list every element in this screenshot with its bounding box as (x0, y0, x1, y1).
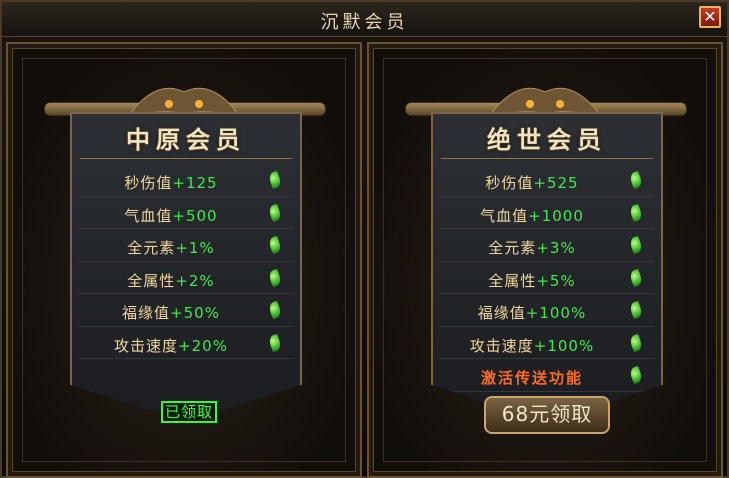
purchase-button[interactable]: 68元领取 (484, 396, 610, 434)
title-bar: 沉默会员 ✕ (2, 2, 727, 37)
close-button[interactable]: ✕ (699, 6, 721, 28)
leaf-icon (267, 170, 283, 190)
window-title: 沉默会员 (320, 12, 409, 33)
leaf-icon (628, 235, 644, 255)
stat-list: 秒伤值+525 气血值+1000 全元素+3% 全属性+5% 福缘值+100% (439, 164, 655, 392)
stat-name: 气血值 (480, 206, 529, 225)
stat-name: 秒伤值 (485, 174, 534, 192)
stat-row: 秒伤值+125 (78, 164, 294, 197)
stat-name: 福缘值 (122, 304, 171, 322)
card-title: 中原会员 (126, 126, 246, 154)
stat-name: 全元素 (127, 239, 176, 257)
stat-name: 气血值 (124, 206, 173, 225)
leaf-icon (628, 170, 644, 190)
leaf-icon (628, 333, 644, 352)
leaf-icon (267, 235, 283, 255)
leaf-icon (267, 333, 283, 352)
stat-row: 气血值+500 (78, 197, 294, 229)
membership-card: 中原会员 秒伤值+125 气血值+500 全元素+1% 全属性+2% 福缘值+5… (70, 112, 302, 422)
stat-value: +3% (536, 239, 576, 257)
stat-value: +125 (172, 174, 218, 192)
stat-value: +500 (172, 206, 218, 225)
stat-value: +20% (178, 336, 228, 355)
divider (80, 158, 292, 159)
leaf-icon (628, 203, 644, 222)
stat-value: +1% (175, 239, 215, 257)
special-feature-text: 激活传送功能 (480, 369, 583, 387)
stat-name: 秒伤值 (124, 174, 173, 192)
stat-row: 全属性+5% (439, 262, 655, 294)
stat-value: +525 (533, 174, 579, 192)
leaf-icon (267, 300, 283, 320)
leaf-icon (267, 203, 283, 222)
stat-value: +5% (536, 271, 576, 290)
stat-value: +2% (175, 271, 215, 290)
stat-row: 攻击速度+100% (439, 327, 655, 359)
stat-row: 秒伤值+525 (439, 164, 655, 197)
leaf-icon (628, 268, 644, 287)
stat-name: 全属性 (127, 271, 176, 290)
stat-value: +50% (170, 304, 220, 322)
card-title: 绝世会员 (487, 126, 607, 154)
stat-name: 全元素 (488, 239, 537, 257)
stat-row: 福缘值+50% (78, 294, 294, 327)
received-status-badge: 已领取 (161, 401, 217, 423)
stat-name: 攻击速度 (114, 336, 179, 355)
stat-name: 攻击速度 (469, 336, 534, 355)
membership-window: 沉默会员 ✕ 中原会员 秒伤值+125 气血值+500 全元素+1% 全属性+2… (0, 0, 729, 478)
stat-row: 全属性+2% (78, 262, 294, 294)
membership-panel-zhongyuan: 中原会员 秒伤值+125 气血值+500 全元素+1% 全属性+2% 福缘值+5… (6, 42, 362, 478)
stat-value: +100% (533, 336, 595, 355)
stat-row: 气血值+1000 (439, 197, 655, 229)
leaf-icon (628, 365, 644, 385)
divider (441, 158, 653, 159)
stat-name: 全属性 (488, 271, 537, 290)
stat-row: 全元素+1% (78, 229, 294, 262)
membership-panel-jueshi: 绝世会员 秒伤值+525 气血值+1000 全元素+3% 全属性+5% 福缘值+… (367, 42, 723, 478)
leaf-icon (267, 268, 283, 287)
membership-card: 绝世会员 秒伤值+525 气血值+1000 全元素+3% 全属性+5% 福缘值+… (431, 112, 663, 422)
stat-name: 福缘值 (477, 304, 526, 322)
stat-row: 全元素+3% (439, 229, 655, 262)
leaf-icon (628, 300, 644, 320)
stat-value: +100% (525, 304, 587, 322)
stat-row-special: 激活传送功能 (439, 359, 655, 392)
stat-value: +1000 (528, 206, 584, 225)
stat-row: 福缘值+100% (439, 294, 655, 327)
stat-row: 攻击速度+20% (78, 327, 294, 359)
stat-list: 秒伤值+125 气血值+500 全元素+1% 全属性+2% 福缘值+50% 攻击… (78, 164, 294, 359)
